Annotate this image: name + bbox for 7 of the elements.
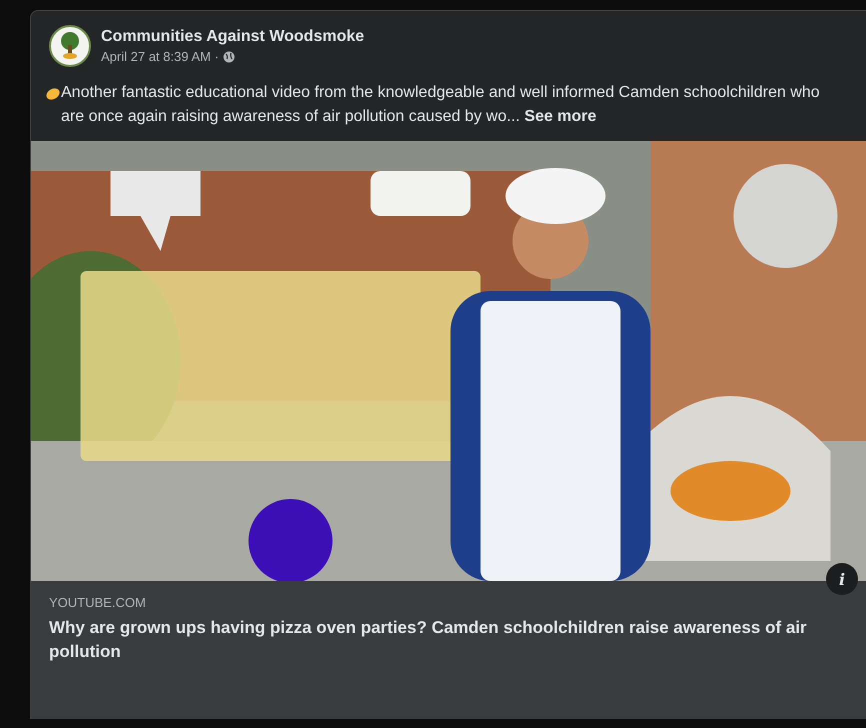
see-more-link[interactable]: See more [524,108,596,125]
tree-logo-icon[interactable] [49,25,91,67]
link-title: Why are grown ups having pizza oven parties? Camden schoolchildren raise awareness of air pollution [49,617,808,663]
link-domain: YOUTUBE.COM [49,595,147,610]
post-text: Another fantastic educational video from the knowledgeable and well informed Camden schoolchildren who are once again raising awareness of air pollution caused by wo... See more [61,83,821,127]
page-name[interactable]: Communities Against Woodsmoke [101,28,364,46]
post-timestamp[interactable]: April 27 at 8:39 AM · [101,49,219,64]
